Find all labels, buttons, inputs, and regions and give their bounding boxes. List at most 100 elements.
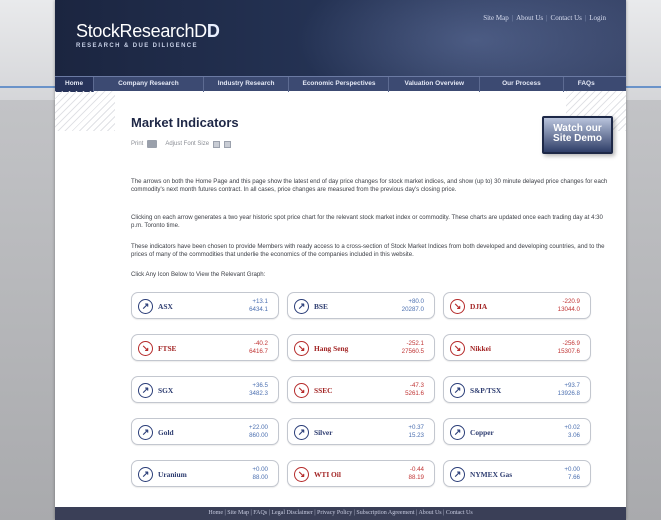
print-label[interactable]: Print	[131, 141, 143, 147]
toplink-contact-us[interactable]: Contact Us	[551, 14, 582, 22]
indicator-card[interactable]: ↘ Hang Seng -252.1 27560.5	[287, 334, 435, 361]
indicator-card[interactable]: ↗ Silver +0.37 15.23	[287, 418, 435, 445]
indicator-values: +0.02 3.06	[564, 424, 580, 440]
indicator-values: +0.00 88.00	[252, 466, 268, 482]
indicator-change: +13.1	[252, 298, 268, 305]
indicator-card[interactable]: ↗ Copper +0.02 3.06	[443, 418, 591, 445]
separator: |	[511, 14, 514, 22]
indicator-values: +93.7 13926.8	[558, 382, 580, 398]
header-sheen	[295, 0, 626, 76]
indicator-values: +0.00 7.66	[564, 466, 580, 482]
indicator-card[interactable]: ↗ Gold +22.00 860.00	[131, 418, 279, 445]
indicator-values: -0.44 88.19	[409, 466, 424, 482]
chart-paragraph: Clicking on each arrow generates a two y…	[131, 214, 603, 229]
indicator-change: -256.9	[562, 340, 580, 347]
indicator-values: +13.1 6434.1	[249, 298, 268, 314]
page-title: Market Indicators	[131, 115, 239, 130]
indicator-card[interactable]: ↘ DJIA -220.9 13044.0	[443, 292, 591, 319]
indicator-name: Hang Seng	[314, 344, 349, 353]
logo-mark: D	[206, 21, 220, 41]
adjust-font-label: Adjust Font Size	[165, 141, 210, 147]
font-decrease-icon[interactable]	[213, 140, 221, 148]
arrow-up-icon[interactable]: ↗	[450, 467, 465, 482]
indicator-card[interactable]: ↗ NYMEX Gas +0.00 7.66	[443, 460, 591, 487]
toplink-site-map[interactable]: Site Map	[483, 14, 508, 22]
indicator-value: 13926.8	[557, 390, 580, 397]
indicator-values: +0.37 15.23	[408, 424, 424, 440]
indicator-name: NYMEX Gas	[470, 470, 513, 479]
indicator-card[interactable]: ↘ FTSE -40.2 6416.7	[131, 334, 279, 361]
indicator-change: +0.00	[564, 466, 580, 473]
indicator-change: +80.0	[408, 298, 424, 305]
indicator-card[interactable]: ↘ SSEC -47.3 5261.6	[287, 376, 435, 403]
indicator-values: -40.2 6416.7	[249, 340, 268, 356]
indicator-name: ASX	[158, 302, 173, 311]
indicator-change: -40.2	[253, 340, 268, 347]
arrow-down-icon[interactable]: ↘	[450, 299, 465, 314]
separator: |	[546, 14, 548, 22]
footer-link-faqs[interactable]: FAQs	[253, 510, 267, 516]
arrow-down-icon[interactable]: ↘	[450, 341, 465, 356]
footer-link-about-us[interactable]: About Us	[418, 510, 441, 516]
arrow-up-icon[interactable]: ↗	[294, 425, 309, 440]
nav-economic-perspectives[interactable]: Economic Perspectives	[289, 77, 390, 92]
indicator-values: +80.0 20287.0	[402, 298, 424, 314]
footer-link-site-map[interactable]: Site Map	[227, 510, 249, 516]
indicator-card[interactable]: ↗ S&P/TSX +93.7 13926.8	[443, 376, 591, 403]
arrow-down-icon[interactable]: ↘	[294, 341, 309, 356]
site-logo[interactable]: StockResearchDD	[76, 21, 220, 42]
indicator-name: Nikkei	[470, 344, 491, 353]
arrow-up-icon[interactable]: ↗	[450, 425, 465, 440]
indicator-change: +36.5	[252, 382, 268, 389]
indicator-values: -47.3 5261.6	[405, 382, 424, 398]
font-increase-icon[interactable]	[224, 140, 232, 148]
footer-link-contact-us[interactable]: Contact Us	[446, 510, 473, 516]
indicator-value: 5261.6	[405, 390, 424, 397]
site-header: StockResearchDD RESEARCH & DUE DILIGENCE…	[55, 0, 626, 76]
indicator-card[interactable]: ↗ ASX +13.1 6434.1	[131, 292, 279, 319]
toplink-about-us[interactable]: About Us	[516, 14, 543, 22]
nav-valuation-overview[interactable]: Valuation Overview	[389, 77, 481, 92]
toplink-login[interactable]: Login	[589, 14, 606, 22]
arrow-down-icon[interactable]: ↘	[138, 341, 153, 356]
arrow-up-icon[interactable]: ↗	[138, 425, 153, 440]
indicator-value: 20287.0	[401, 306, 424, 313]
indicator-name: FTSE	[158, 344, 177, 353]
indicator-card[interactable]: ↘ WTI Oil -0.44 88.19	[287, 460, 435, 487]
indicator-value: 3.06	[567, 432, 580, 439]
arrow-down-icon[interactable]: ↘	[294, 383, 309, 398]
indicator-change: -220.9	[562, 298, 580, 305]
indicator-name: Silver	[314, 428, 333, 437]
indicator-value: 88.19	[408, 474, 424, 481]
footer-link-privacy-policy[interactable]: Privacy Policy	[317, 510, 352, 516]
nav-our-process[interactable]: Our Process	[480, 77, 564, 92]
indicator-name: Copper	[470, 428, 494, 437]
indicator-change: +0.00	[252, 466, 268, 473]
indicator-value: 7.66	[567, 474, 580, 481]
footer-link-legal-disclaimer[interactable]: Legal Disclaimer	[271, 510, 312, 516]
arrow-up-icon[interactable]: ↗	[138, 299, 153, 314]
nav-faqs[interactable]: FAQs	[564, 77, 609, 92]
indicator-name: SSEC	[314, 386, 333, 395]
arrow-down-icon[interactable]: ↘	[294, 467, 309, 482]
nav-industry-research[interactable]: Industry Research	[204, 77, 290, 92]
top-links: Site Map | About Us | Contact Us | Login	[483, 14, 606, 22]
nav-company-research[interactable]: Company Research	[94, 77, 204, 92]
indicator-card[interactable]: ↘ Nikkei -256.9 15307.6	[443, 334, 591, 361]
nav-home[interactable]: Home	[55, 77, 95, 92]
footer-link-subscription-agreement[interactable]: Subscription Agreement	[356, 510, 414, 516]
watch-site-demo-button[interactable]: Watch our Site Demo	[542, 116, 613, 154]
arrow-up-icon[interactable]: ↗	[450, 383, 465, 398]
indicator-card[interactable]: ↗ SGX +36.5 3482.3	[131, 376, 279, 403]
arrow-up-icon[interactable]: ↗	[294, 299, 309, 314]
indicator-value: 3482.3	[249, 390, 268, 397]
footer-link-home[interactable]: Home	[208, 510, 223, 516]
arrow-up-icon[interactable]: ↗	[138, 383, 153, 398]
printer-icon[interactable]	[147, 140, 158, 148]
indicator-card[interactable]: ↗ BSE +80.0 20287.0	[287, 292, 435, 319]
indicator-name: BSE	[314, 302, 328, 311]
indicator-change: -252.1	[406, 340, 424, 347]
indicator-card[interactable]: ↗ Uranium +0.00 88.00	[131, 460, 279, 487]
indicator-values: -256.9 15307.6	[558, 340, 580, 356]
arrow-up-icon[interactable]: ↗	[138, 467, 153, 482]
